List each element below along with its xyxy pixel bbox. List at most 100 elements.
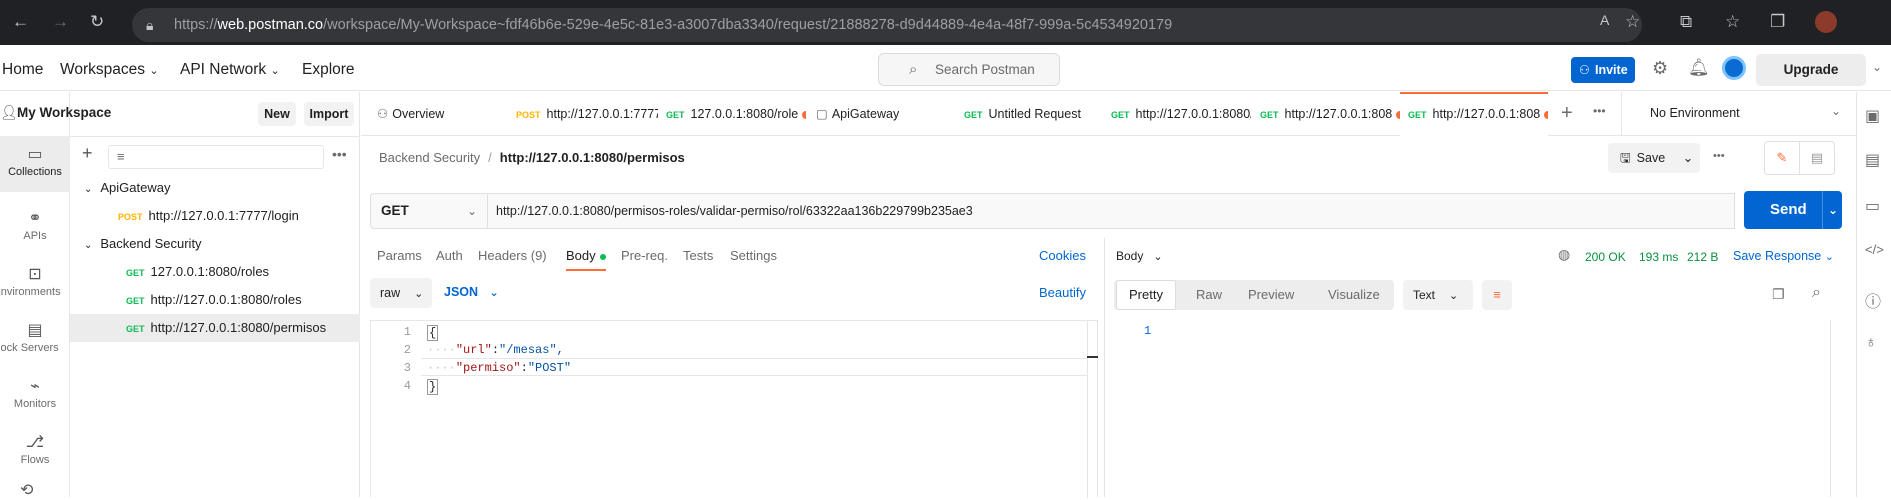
wrap-lines-icon[interactable]: ≡: [1482, 280, 1512, 310]
body-mode-select[interactable]: raw ⌄: [370, 278, 432, 308]
collection-backend-security[interactable]: ⌄ Backend Security: [70, 230, 360, 258]
rail-item-apis[interactable]: ⚭ APIs: [0, 202, 70, 252]
rail-item-flows[interactable]: ⎇ Flows: [0, 426, 70, 476]
workspace-name[interactable]: My Workspace: [17, 105, 111, 120]
globe-icon[interactable]: ◍: [1558, 246, 1570, 263]
tab-settings[interactable]: Settings: [730, 248, 777, 263]
beautify-link[interactable]: Beautify: [1039, 285, 1086, 300]
search-input[interactable]: ⌕ Search Postman: [878, 53, 1060, 86]
comments-icon[interactable]: ▤: [1799, 141, 1835, 175]
cookies-link[interactable]: Cookies: [1039, 248, 1086, 263]
workspaces-menu[interactable]: Workspaces ⌄: [60, 61, 159, 79]
lightbulb-icon[interactable]: ♁: [1865, 334, 1877, 352]
tab-overview[interactable]: ⚇ Overview: [369, 92, 504, 136]
user-avatar[interactable]: [1722, 56, 1746, 80]
send-button[interactable]: Send ⌄: [1744, 191, 1842, 229]
chevron-down-icon[interactable]: ⌄: [1872, 60, 1882, 74]
view-visualize[interactable]: Visualize: [1328, 280, 1380, 310]
collections-browser-icon[interactable]: ❐: [1770, 12, 1785, 32]
tab-body[interactable]: Body: [566, 248, 606, 271]
request-item[interactable]: POST http://127.0.0.1:7777/login: [70, 202, 360, 230]
method-select[interactable]: GET ⌄: [370, 193, 488, 229]
response-size[interactable]: 212 B: [1687, 250, 1718, 264]
method-badge: POST: [516, 110, 541, 120]
bell-icon[interactable]: 🔔︎: [1688, 58, 1710, 78]
history-icon[interactable]: ⟲: [20, 480, 33, 500]
forward-icon[interactable]: →: [52, 12, 69, 32]
import-button[interactable]: Import: [304, 102, 354, 126]
tab-apigateway[interactable]: ▢ ApiGateway: [816, 92, 956, 136]
view-pretty[interactable]: Pretty: [1116, 280, 1176, 310]
back-icon[interactable]: ←: [12, 12, 29, 32]
tab-request[interactable]: GET 127.0.0.1:8080/role: [666, 92, 806, 136]
save-dropdown[interactable]: ⌄: [1676, 143, 1700, 173]
request-item-selected[interactable]: GET http://127.0.0.1:8080/permisos: [70, 314, 360, 342]
favorite-add-icon[interactable]: ☆: [1625, 12, 1640, 32]
status-code[interactable]: 200 OK: [1585, 250, 1626, 264]
favorites-icon[interactable]: ☆: [1725, 12, 1740, 32]
request-item[interactable]: GET http://127.0.0.1:8080/roles: [70, 286, 360, 314]
url-input[interactable]: http://127.0.0.1:8080/permisos-roles/val…: [487, 193, 1735, 229]
search-icon[interactable]: ⌕: [1812, 284, 1821, 302]
chevron-down-icon[interactable]: ⌄: [1831, 104, 1841, 118]
tab-params[interactable]: Params: [377, 248, 422, 263]
tab-request-active[interactable]: GET http://127.0.0.1:808: [1400, 92, 1548, 136]
tab-label: http://127.0.0.1:808: [1284, 107, 1393, 121]
scrollbar[interactable]: [1087, 321, 1098, 498]
profile-avatar[interactable]: [1815, 11, 1837, 33]
rail-item-mock-servers[interactable]: ▤ Mock Servers: [0, 314, 70, 364]
tab-request[interactable]: GET Untitled Request: [964, 92, 1104, 136]
settings-icon[interactable]: ⚙: [1652, 58, 1668, 79]
sidebar-toggle-icon[interactable]: ▣: [1865, 106, 1880, 126]
reload-icon[interactable]: ↻: [90, 12, 104, 32]
api-network-menu[interactable]: API Network ⌄: [180, 61, 280, 79]
app-header: Home Workspaces ⌄ API Network ⌄ Explore …: [0, 48, 1891, 91]
more-options-icon[interactable]: •••: [332, 146, 347, 162]
request-item[interactable]: GET 127.0.0.1:8080/roles: [70, 258, 360, 286]
tab-request[interactable]: GET http://127.0.0.1:8080/: [1111, 92, 1251, 136]
plus-icon[interactable]: +: [82, 143, 93, 164]
extensions-icon[interactable]: ⧉: [1680, 12, 1692, 32]
breadcrumb-parent[interactable]: Backend Security: [379, 150, 480, 165]
body-language-select[interactable]: JSON ⌄: [444, 285, 499, 299]
tab-prereq[interactable]: Pre-req.: [621, 248, 668, 263]
invite-button[interactable]: ⚇ Invite: [1571, 57, 1635, 83]
code-icon[interactable]: </>: [1865, 242, 1884, 257]
body-editor[interactable]: 1 { 2 ····"url":"/mesas", 3 ····"permiso…: [370, 320, 1098, 498]
filter-input[interactable]: ≡: [108, 145, 324, 169]
view-raw[interactable]: Raw: [1196, 280, 1222, 310]
read-aloud-icon[interactable]: A: [1600, 12, 1609, 28]
view-preview[interactable]: Preview: [1248, 280, 1294, 310]
copy-icon[interactable]: ❐: [1772, 286, 1785, 303]
scrollbar[interactable]: [1830, 320, 1831, 497]
address-bar[interactable]: 🔒︎ https://web.postman.co/workspace/My-W…: [132, 8, 1642, 42]
response-body-select[interactable]: Body ⌄: [1116, 249, 1163, 263]
environment-selector[interactable]: No Environment: [1650, 106, 1740, 120]
plus-icon[interactable]: +: [1561, 102, 1573, 125]
explore-link[interactable]: Explore: [302, 61, 355, 79]
home-link[interactable]: Home: [2, 61, 43, 79]
new-button[interactable]: New: [258, 102, 296, 126]
format-select[interactable]: Text ⌄: [1403, 280, 1473, 310]
more-options-icon[interactable]: •••: [1713, 150, 1725, 162]
rail-item-environments[interactable]: ⊡ Environments: [0, 258, 70, 308]
tab-label: Body: [566, 248, 596, 263]
edit-icon[interactable]: ✎: [1764, 141, 1800, 175]
request-url: http://127.0.0.1:7777/login: [148, 208, 299, 223]
documentation-icon[interactable]: ▤: [1865, 150, 1880, 170]
tab-request[interactable]: GET http://127.0.0.1:808: [1260, 92, 1400, 136]
save-response-button[interactable]: Save Response ⌄: [1733, 249, 1834, 263]
tab-request[interactable]: POST http://127.0.0.1:7777: [516, 92, 658, 136]
tab-tests[interactable]: Tests: [683, 248, 713, 263]
panel-divider[interactable]: [1104, 238, 1105, 497]
response-time[interactable]: 193 ms: [1639, 250, 1678, 264]
comments-icon[interactable]: ▭: [1865, 196, 1880, 216]
rail-item-collections[interactable]: ▭ Collections: [0, 136, 70, 192]
tab-headers[interactable]: Headers (9): [478, 248, 547, 263]
tab-auth[interactable]: Auth: [436, 248, 463, 263]
rail-item-monitors[interactable]: ⌁ Monitors: [0, 370, 70, 420]
collection-apigateway[interactable]: ⌄ ApiGateway: [70, 174, 360, 202]
upgrade-button[interactable]: Upgrade: [1756, 54, 1866, 86]
more-options-icon[interactable]: •••: [1593, 104, 1606, 118]
info-icon[interactable]: ⓘ: [1865, 288, 1881, 312]
